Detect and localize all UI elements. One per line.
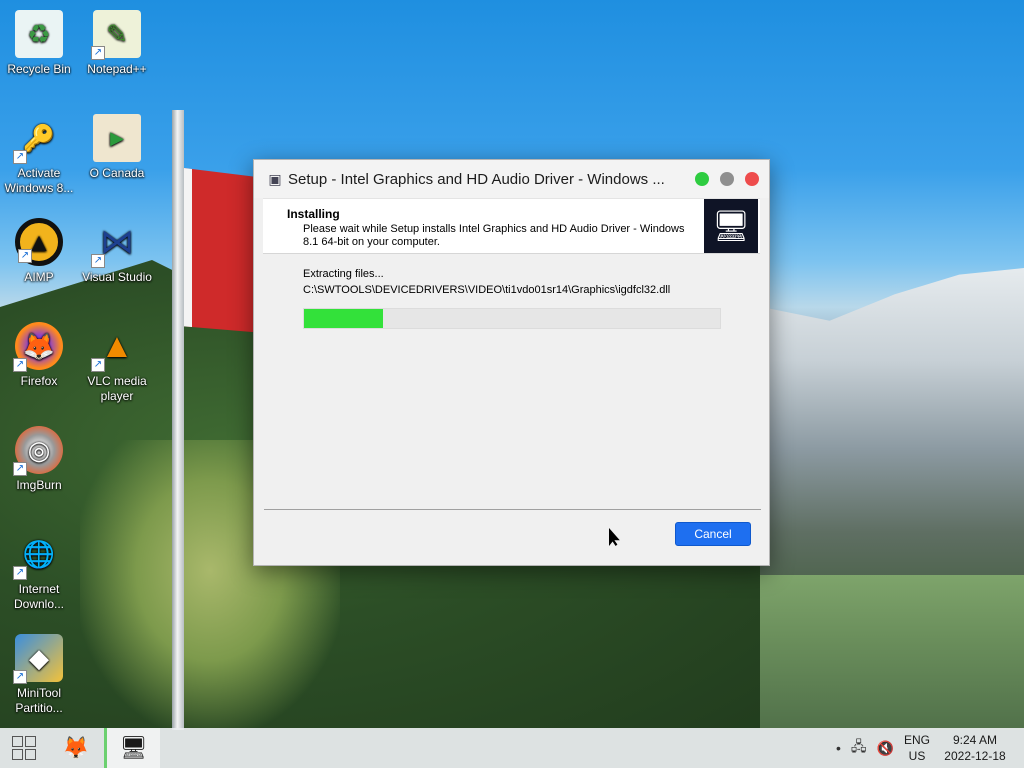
shortcut-arrow-icon: ↗ bbox=[91, 254, 105, 268]
key-shield-icon: 🔑 ↗ bbox=[13, 114, 63, 164]
desktop-icon-label: Recycle Bin bbox=[7, 62, 71, 76]
recycle-bin-icon: ♻ bbox=[15, 10, 63, 58]
shortcut-arrow-icon: ↗ bbox=[13, 462, 27, 476]
desktop-icon-label: AIMP bbox=[24, 270, 54, 284]
audio-file-icon: ▶ bbox=[93, 114, 141, 162]
shortcut-arrow-icon: ↗ bbox=[13, 566, 27, 580]
wallpaper-flagpole bbox=[172, 110, 184, 730]
minimize-button[interactable] bbox=[720, 172, 734, 186]
clock-time: 9:24 AM bbox=[952, 733, 998, 747]
progress-bar-fill bbox=[304, 309, 384, 328]
taskbar: 🦊 🖥 • 🖧 🔇 ENG US 9:24 AM 2022-12-18 bbox=[0, 728, 1024, 768]
network-icon[interactable]: 🖧 bbox=[851, 736, 867, 760]
shortcut-arrow-icon: ↗ bbox=[13, 150, 27, 164]
desktop-icon-label: Visual Studio bbox=[82, 270, 152, 284]
wallpaper-flag bbox=[184, 168, 264, 333]
dialog-titlebar[interactable]: ▣ Setup - Intel Graphics and HD Audio Dr… bbox=[254, 160, 769, 198]
vlc-cone-icon: ▲ ↗ bbox=[91, 322, 141, 372]
shortcut-arrow-icon: ↗ bbox=[91, 46, 105, 60]
desktop-icon-label: Notepad++ bbox=[87, 62, 147, 76]
region-code: US bbox=[908, 749, 926, 763]
shortcut-arrow-icon: ↗ bbox=[91, 358, 105, 372]
clock[interactable]: 9:24 AM 2022-12-18 bbox=[940, 732, 1010, 764]
clock-date: 2022-12-18 bbox=[944, 749, 1006, 763]
desktop-icon-label: Firefox bbox=[20, 374, 58, 388]
volume-muted-icon[interactable]: 🔇 bbox=[877, 740, 894, 757]
desktop-icon-aimp[interactable]: ▲ ↗ AIMP bbox=[0, 218, 78, 285]
window-controls bbox=[695, 172, 759, 186]
close-button[interactable] bbox=[745, 172, 759, 186]
dialog-content: Extracting files... C:\SWTOOLS\DEVICEDRI… bbox=[264, 258, 761, 508]
desktop-icon-label: Activate Windows 8... bbox=[4, 166, 74, 195]
setup-app-icon: ▣ bbox=[268, 170, 282, 187]
desktop-icon-label: ImgBurn bbox=[16, 478, 62, 492]
disc-burn-icon: ◎ ↗ bbox=[13, 426, 63, 476]
dialog-title: Setup - Intel Graphics and HD Audio Driv… bbox=[288, 170, 665, 188]
desktop-icon-label: MiniTool Partitio... bbox=[15, 686, 63, 715]
windows-logo-icon bbox=[12, 736, 36, 760]
footer-separator bbox=[264, 509, 761, 510]
desktop-icon-visual-studio[interactable]: ⋈ ↗ Visual Studio bbox=[78, 218, 156, 285]
notification-dot-icon[interactable]: • bbox=[836, 740, 841, 756]
shortcut-arrow-icon: ↗ bbox=[13, 670, 27, 684]
desktop-icon-internet-download-manager[interactable]: 🌐 ↗ Internet Downlo... bbox=[0, 530, 78, 612]
notepad-plus-plus-icon: ✎ ↗ bbox=[91, 10, 141, 60]
install-progress-bar bbox=[303, 308, 721, 329]
setup-taskbar-icon[interactable]: 🖥 bbox=[104, 728, 160, 768]
maximize-button[interactable] bbox=[695, 172, 709, 186]
start-button[interactable] bbox=[0, 728, 48, 768]
visual-studio-icon: ⋈ ↗ bbox=[91, 218, 141, 268]
system-tray: • 🖧 🔇 ENG US 9:24 AM 2022-12-18 bbox=[836, 732, 1024, 764]
cancel-button[interactable]: Cancel bbox=[675, 522, 751, 546]
firefox-taskbar-icon[interactable]: 🦊 bbox=[48, 728, 104, 768]
dialog-header-panel: Installing Please wait while Setup insta… bbox=[263, 198, 760, 254]
shortcut-arrow-icon: ↗ bbox=[13, 358, 27, 372]
desktop-icon-firefox[interactable]: 🦊 ↗ Firefox bbox=[0, 322, 78, 389]
current-file-path: C:\SWTOOLS\DEVICEDRIVERS\VIDEO\ti1vdo01s… bbox=[303, 284, 671, 296]
desktop-icon-o-canada[interactable]: ▶ O Canada bbox=[78, 114, 156, 181]
minitool-partition-icon: ◆ ↗ bbox=[13, 634, 63, 684]
aimp-icon: ▲ ↗ bbox=[15, 218, 63, 266]
internet-download-manager-icon: 🌐 ↗ bbox=[13, 530, 63, 580]
desktop-icon-label: Internet Downlo... bbox=[13, 582, 65, 611]
desktop-icon-recycle-bin[interactable]: ♻ Recycle Bin bbox=[0, 10, 78, 77]
language-indicator[interactable]: ENG US bbox=[904, 732, 930, 764]
header-title: Installing bbox=[287, 207, 340, 221]
desktop-icon-imgburn[interactable]: ◎ ↗ ImgBurn bbox=[0, 426, 78, 493]
header-description: Please wait while Setup installs Intel G… bbox=[303, 223, 685, 248]
desktop-icon-minitool-partition[interactable]: ◆ ↗ MiniTool Partitio... bbox=[0, 634, 78, 716]
firefox-icon: 🦊 ↗ bbox=[13, 322, 63, 372]
desktop-icon-vlc[interactable]: ▲ ↗ VLC media player bbox=[78, 322, 156, 404]
desktop-icon-notepad-plus-plus[interactable]: ✎ ↗ Notepad++ bbox=[78, 10, 156, 77]
language-code: ENG bbox=[903, 733, 930, 747]
shortcut-arrow-icon: ↗ bbox=[18, 249, 32, 263]
desktop-icon-activate-windows[interactable]: 🔑 ↗ Activate Windows 8... bbox=[0, 114, 78, 196]
desktop-icon-label: VLC media player bbox=[87, 374, 147, 403]
desktop-icon-label: O Canada bbox=[89, 166, 145, 180]
status-text: Extracting files... bbox=[303, 268, 384, 280]
setup-computer-icon: 🖥 bbox=[704, 199, 758, 253]
setup-dialog: ▣ Setup - Intel Graphics and HD Audio Dr… bbox=[253, 159, 770, 566]
